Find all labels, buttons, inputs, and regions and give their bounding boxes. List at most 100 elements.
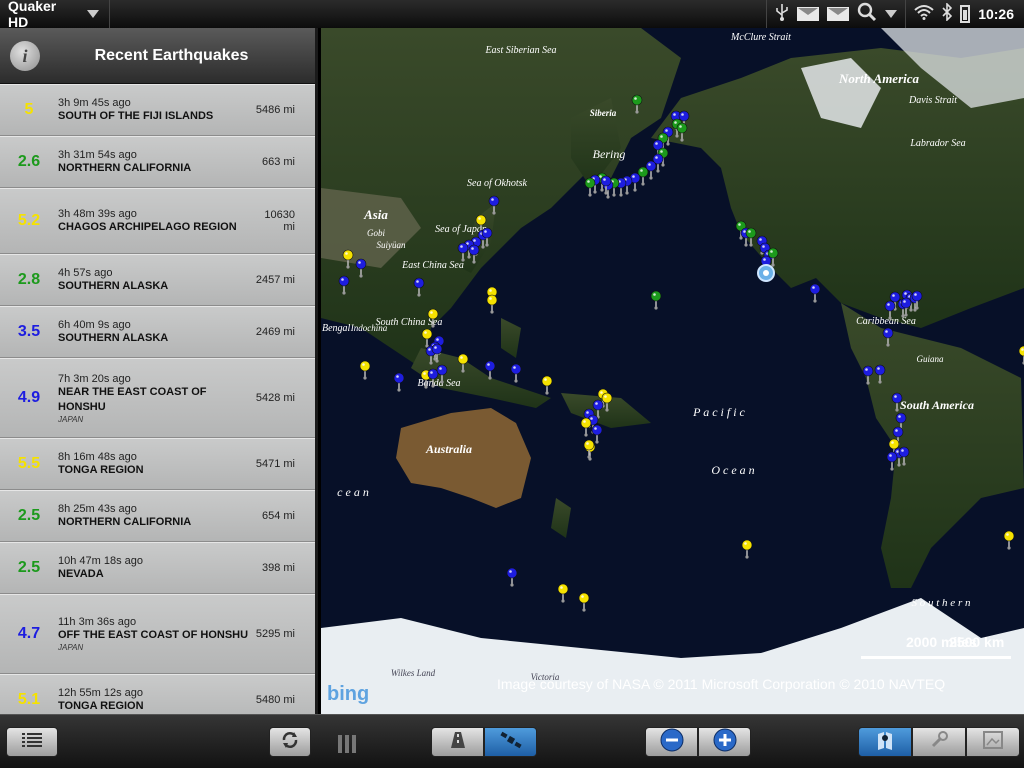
earthquake-marker[interactable]: [809, 283, 821, 295]
earthquake-marker[interactable]: [889, 291, 901, 303]
earthquake-marker[interactable]: [900, 297, 912, 309]
earthquake-list-item[interactable]: 2.5 10h 47m 18s ago NEVADA 398 mi: [0, 542, 315, 594]
earthquake-marker[interactable]: [413, 277, 425, 289]
earthquake-marker[interactable]: [436, 364, 448, 376]
satellite-view-button[interactable]: [484, 727, 537, 757]
earthquake-marker[interactable]: [862, 365, 874, 377]
usb-icon[interactable]: [775, 3, 789, 25]
info-icon[interactable]: i: [10, 41, 40, 71]
earthquake-marker[interactable]: [583, 439, 595, 451]
list-button[interactable]: [6, 727, 58, 757]
earthquake-marker[interactable]: [481, 227, 493, 239]
earthquake-marker[interactable]: [741, 539, 753, 551]
refresh-button[interactable]: [269, 727, 311, 757]
earthquake-marker[interactable]: [541, 375, 553, 387]
earthquake-marker[interactable]: [457, 242, 469, 254]
earthquake-marker[interactable]: [584, 177, 596, 189]
wifi-icon[interactable]: [914, 4, 934, 24]
earthquake-marker[interactable]: [486, 294, 498, 306]
earthquake-list-item[interactable]: 3.5 6h 40m 9s ago SOUTHERN ALASKA 2469 mi: [0, 306, 315, 358]
tools-button[interactable]: [912, 727, 966, 757]
earthquake-marker[interactable]: [891, 392, 903, 404]
earthquake-marker[interactable]: [884, 300, 896, 312]
map-copyright: Image courtesy of NASA © 2011 Microsoft …: [497, 676, 945, 692]
earthquake-marker[interactable]: [431, 343, 443, 355]
locate-button[interactable]: [858, 727, 912, 757]
earthquake-marker[interactable]: [578, 592, 590, 604]
earthquake-marker[interactable]: [427, 308, 439, 320]
search-icon[interactable]: [857, 2, 877, 26]
earthquake-marker[interactable]: [592, 399, 604, 411]
earthquake-marker[interactable]: [427, 368, 439, 380]
earthquake-list-item[interactable]: 5.2 3h 48m 39s ago CHAGOS ARCHIPELAGO REGI…: [0, 188, 315, 254]
earthquake-list-item[interactable]: 2.6 3h 31m 54s ago NORTHERN CALIFORNIA 663 …: [0, 136, 315, 188]
earthquake-marker[interactable]: [591, 424, 603, 436]
app-menu[interactable]: Quaker HD: [0, 0, 110, 30]
earthquake-marker[interactable]: [678, 110, 690, 122]
earthquake-marker[interactable]: [882, 327, 894, 339]
zoom-in-button[interactable]: [698, 727, 751, 757]
earthquake-marker[interactable]: [895, 412, 907, 424]
marker-pin-base: [904, 313, 908, 317]
marker-highlight: [898, 415, 901, 418]
earthquake-list-item[interactable]: 5 3h 9m 45s ago SOUTH OF THE FIJI ISLANDS 5…: [0, 84, 315, 136]
bing-logo[interactable]: bing: [327, 683, 369, 705]
marker-highlight: [581, 595, 584, 598]
earthquake-marker[interactable]: [892, 426, 904, 438]
map-view[interactable]: East Siberian Sea McClure Strait North A…: [321, 28, 1024, 714]
email-icon[interactable]: [797, 7, 820, 21]
earthquake-marker[interactable]: [911, 290, 923, 302]
email-icon[interactable]: [827, 7, 850, 21]
road-view-button[interactable]: [431, 727, 484, 757]
earthquake-marker[interactable]: [468, 244, 480, 256]
earthquake-list-item[interactable]: 5.5 8h 16m 48s ago TONGA REGION 5471 mi: [0, 438, 315, 490]
earthquake-marker[interactable]: [510, 363, 522, 375]
satellite-map[interactable]: East Siberian Sea McClure Strait North A…: [321, 28, 1024, 714]
bluetooth-icon[interactable]: [942, 2, 953, 25]
zoom-out-button[interactable]: [645, 727, 698, 757]
earthquake-marker[interactable]: [475, 214, 487, 226]
earthquake-marker[interactable]: [745, 227, 757, 239]
earthquake-marker[interactable]: [631, 94, 643, 106]
earthquake-marker[interactable]: [484, 360, 496, 372]
earthquake-marker[interactable]: [676, 122, 688, 134]
quake-distance: 5295 mi: [255, 628, 295, 640]
earthquake-marker[interactable]: [601, 392, 613, 404]
resize-grip[interactable]: [338, 735, 356, 753]
earthquake-marker[interactable]: [898, 446, 910, 458]
earthquake-marker[interactable]: [600, 175, 612, 187]
photo-icon: [983, 730, 1003, 754]
earthquake-marker[interactable]: [488, 195, 500, 207]
earthquake-marker[interactable]: [557, 583, 569, 595]
earthquake-marker[interactable]: [650, 290, 662, 302]
marker-highlight: [681, 113, 684, 116]
earthquake-list-item[interactable]: 4.9 7h 3m 20s ago NEAR THE EAST COAST OF H…: [0, 358, 315, 438]
earthquake-marker[interactable]: [1003, 530, 1015, 542]
earthquake-marker[interactable]: [888, 438, 900, 450]
chevron-down-icon: [87, 10, 99, 18]
earthquake-marker[interactable]: [886, 451, 898, 463]
earthquake-list-item[interactable]: 2.5 8h 25m 43s ago NORTHERN CALIFORNIA 654 …: [0, 490, 315, 542]
earthquake-marker[interactable]: [393, 372, 405, 384]
label-ocean-left: c e a n: [337, 485, 369, 499]
earthquake-marker[interactable]: [580, 417, 592, 429]
earthquake-marker[interactable]: [342, 249, 354, 261]
earthquake-marker[interactable]: [355, 258, 367, 270]
magnitude-value: 3.5: [17, 323, 41, 340]
earthquake-marker[interactable]: [767, 247, 779, 259]
earthquake-list-item[interactable]: 2.8 4h 57s ago SOUTHERN ALASKA 2457 mi: [0, 254, 315, 306]
clock[interactable]: 10:26: [978, 6, 1014, 22]
earthquake-marker[interactable]: [874, 364, 886, 376]
battery-icon[interactable]: [960, 5, 971, 23]
earthquake-marker[interactable]: [359, 360, 371, 372]
earthquake-marker[interactable]: [338, 275, 350, 287]
marker-highlight: [436, 338, 439, 341]
quake-info: 7h 3m 20s ago NEAR THE EAST COAST OF HONS…: [58, 373, 253, 424]
photo-button[interactable]: [966, 727, 1020, 757]
earthquake-list-item[interactable]: 4.7 11h 3m 36s ago OFF THE EAST COAST OF H…: [0, 594, 315, 674]
earthquake-marker[interactable]: [506, 567, 518, 579]
earthquake-marker[interactable]: [421, 328, 433, 340]
earthquake-marker[interactable]: [457, 353, 469, 365]
earthquake-list-item[interactable]: 5.1 12h 55m 12s ago TONGA REGION 5480 mi: [0, 674, 315, 714]
chevron-down-icon[interactable]: [885, 10, 898, 18]
